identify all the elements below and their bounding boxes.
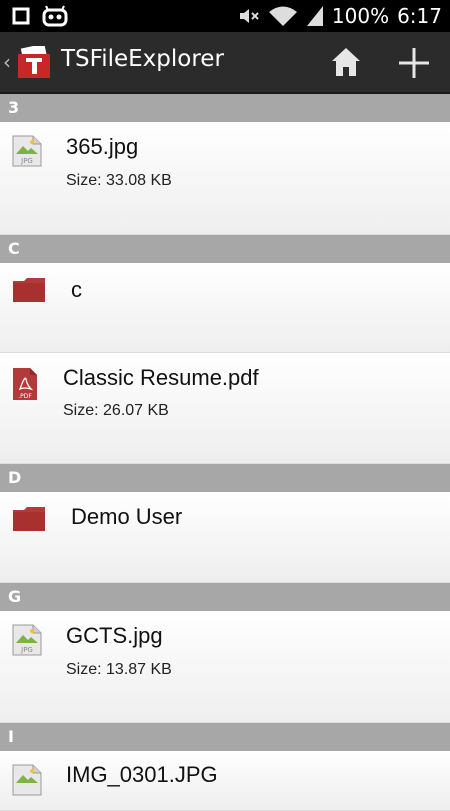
section-header-c: C [0, 235, 450, 263]
jpg-file-icon: JPG [12, 135, 42, 167]
file-size: Size: 26.07 KB [63, 402, 169, 419]
section-header-i: I [0, 723, 450, 751]
section-header-g: G [0, 583, 450, 611]
cyanogen-mascot-icon [42, 5, 68, 27]
app-title: TSFileExplorer [61, 46, 224, 72]
file-name: Demo User [71, 504, 183, 529]
list-item[interactable]: .PDF Classic Resume.pdf Size: 26.07 KB [0, 353, 450, 464]
file-name: Classic Resume.pdf [63, 365, 259, 390]
svg-text:.PDF: .PDF [18, 393, 32, 400]
list-item[interactable]: IMG_0301.JPG [0, 751, 450, 811]
home-icon[interactable] [329, 45, 363, 79]
list-item[interactable]: JPG 365.jpg Size: 33.08 KB [0, 122, 450, 235]
app-logo-icon[interactable] [16, 46, 54, 80]
list-item[interactable]: c [0, 263, 450, 353]
add-icon[interactable] [396, 45, 432, 81]
pdf-file-icon: .PDF [13, 368, 37, 400]
list-item[interactable]: Demo User [0, 492, 450, 583]
svg-text:JPG: JPG [20, 646, 33, 654]
battery-percent: 100% [331, 4, 390, 28]
file-list: 3 JPG 365.jpg Size: 33.08 KB C c .PDF Cl… [0, 94, 450, 811]
action-bar: ‹ TSFileExplorer [0, 32, 450, 94]
mute-icon [239, 9, 259, 23]
file-size: Size: 33.08 KB [66, 172, 172, 189]
svg-text:JPG: JPG [20, 157, 33, 165]
clock: 6:17 [397, 4, 442, 28]
status-bar: 100% 6:17 [0, 0, 450, 32]
section-header-d: D [0, 464, 450, 492]
section-header-3: 3 [0, 94, 450, 122]
wifi-icon [268, 6, 297, 26]
signal-icon [306, 6, 323, 26]
file-name: c [71, 277, 82, 302]
jpg-file-icon [12, 764, 42, 796]
list-item[interactable]: JPG GCTS.jpg Size: 13.87 KB [0, 611, 450, 723]
jpg-file-icon: JPG [12, 624, 42, 656]
folder-icon [13, 507, 45, 531]
file-name: IMG_0301.JPG [66, 762, 218, 787]
square-notification-icon [12, 7, 30, 25]
file-name: GCTS.jpg [66, 623, 163, 648]
file-size: Size: 13.87 KB [66, 661, 172, 678]
back-chevron-icon[interactable]: ‹ [3, 50, 11, 74]
folder-icon [13, 278, 45, 302]
file-name: 365.jpg [66, 134, 139, 159]
